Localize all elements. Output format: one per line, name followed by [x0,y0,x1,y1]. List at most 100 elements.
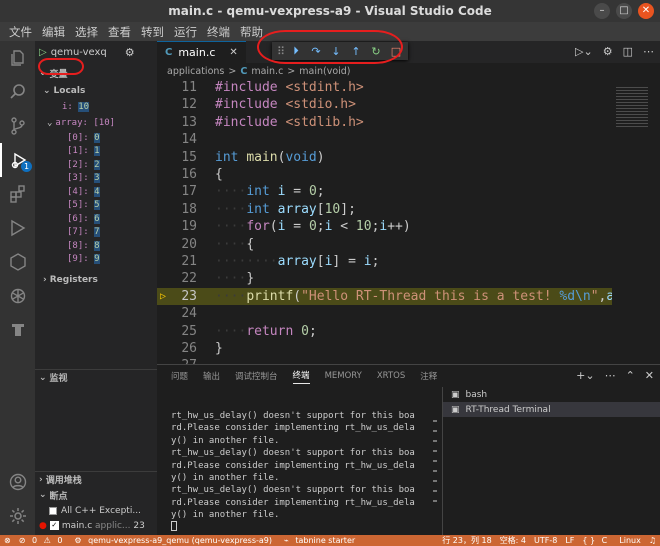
array-item[interactable]: [1]: 1 [35,145,157,159]
code-line[interactable]: 21 ········array[i] = i; [157,253,652,270]
menu-run[interactable]: 运行 [169,24,202,40]
code-editor[interactable]: 11 #include <stdint.h> 12 #include <stdio.h… [157,79,652,364]
panel-tab[interactable]: 问题 [171,370,188,382]
panel-tab[interactable]: XRTOS [377,371,405,381]
array-item[interactable]: [5]: 5 [35,199,157,213]
bell-icon[interactable]: ♫ [645,536,660,545]
code-line[interactable]: 16 { [157,166,652,183]
array-item[interactable]: [9]: 9 [35,253,157,267]
code-line[interactable]: 25 ····return 0; [157,323,652,340]
code-line[interactable]: ▷ 23 ····printf("Hello RT-Thread this is a… [157,287,652,305]
code-line[interactable]: 18 ····int array[10]; [157,201,652,218]
array-item[interactable]: [2]: 2 [35,158,157,172]
split-editor-icon[interactable]: ◫ [623,45,633,58]
checkbox-unchecked[interactable] [49,506,57,515]
launch-config-select[interactable]: qemu-vexq [51,47,121,58]
chevron-up-icon[interactable]: ⌃ [626,369,635,382]
panel-tab[interactable]: 注释 [420,370,437,382]
terminal-item-bash[interactable]: ▣ bash [443,387,660,402]
close-button[interactable]: ✕ [638,3,654,19]
menu-file[interactable]: 文件 [4,24,37,40]
extensions-icon[interactable] [0,177,35,211]
line-ending[interactable]: LF [561,536,578,545]
code-line[interactable]: 22 ····} [157,270,652,287]
maximize-button[interactable]: □ [616,3,632,19]
menu-edit[interactable]: 编辑 [37,24,70,40]
indentation[interactable]: 空格: 4 [496,535,530,546]
registers-scope[interactable]: › Registers [35,272,157,288]
panel-tab[interactable]: 终端 [292,369,310,384]
array-item[interactable]: [4]: 4 [35,185,157,199]
cursor-position[interactable]: 行 23，列 18 [438,535,495,546]
more-actions-icon[interactable]: ⋯ [643,45,654,58]
watch-header[interactable]: ⌄ 监视 [35,369,157,385]
code-line[interactable]: 20 ····{ [157,236,652,253]
settings-gear-icon[interactable] [0,499,35,533]
search-icon[interactable] [0,75,35,109]
start-debug-icon[interactable]: ▷ [39,47,47,58]
code-line[interactable]: 13 #include <stdlib.h> [157,114,652,131]
more-actions-icon[interactable]: ⋯ [605,369,616,382]
breakpoint-all-exceptions[interactable]: All C++ Excepti... [49,504,141,518]
remote-icon[interactable] [0,211,35,245]
callstack-header[interactable]: › 调用堆栈 [35,471,157,487]
new-terminal-icon[interactable]: +⌄ [576,369,594,382]
panel-tab[interactable]: 调试控制台 [235,370,278,382]
minimap[interactable] [612,79,652,364]
account-icon[interactable] [0,465,35,499]
code-line[interactable]: 26} [157,340,652,357]
errors-count[interactable]: ⊘ 0 ⚠ 0 [15,536,71,545]
array-item[interactable]: [0]: 0 [35,131,157,145]
locals-scope[interactable]: ⌄ Locals [35,83,157,99]
breadcrumb-symbol[interactable]: main(void) [299,66,350,77]
testing-icon[interactable] [0,245,35,279]
code-line[interactable]: 12 #include <stdio.h> [157,96,652,113]
launch-status[interactable]: ⚙ qemu-vexpress-a9_qemu (qemu-vexpress-a… [70,536,280,545]
code-line[interactable]: 19 ····for(i = 0;i < 10;i++) [157,218,652,235]
menu-selection[interactable]: 选择 [70,24,103,40]
run-debug-action-icon[interactable]: ▷⌄ [575,45,593,58]
array-item[interactable]: [8]: 8 [35,239,157,253]
variable-i[interactable]: i: 10 [35,99,157,115]
openai-icon[interactable] [0,279,35,313]
code-line[interactable]: 11 #include <stdint.h> [157,79,652,96]
explorer-icon[interactable] [0,41,35,75]
panel-tab[interactable]: MEMORY [325,371,362,381]
breadcrumb-file[interactable]: main.c [251,66,283,77]
terminal-item-rt-thread[interactable]: ▣ RT-Thread Terminal [443,402,660,417]
terminal-output[interactable]: rt_hw_us_delay() doesn't support for thi… [171,410,431,522]
array-item[interactable]: [7]: 7 [35,226,157,240]
menu-terminal[interactable]: 终端 [202,24,235,40]
checkbox-checked[interactable]: ✓ [49,521,59,531]
breakpoint-main-c[interactable]: ● ✓ main.c applic... 23 [39,519,145,533]
language-mode[interactable]: { } C [578,536,615,545]
tabnine-status[interactable]: ⌁ tabnine starter [280,536,363,545]
os-label[interactable]: Linux [615,536,645,545]
panel-tab[interactable]: 输出 [203,370,220,382]
menu-view[interactable]: 查看 [103,24,136,40]
variable-array[interactable]: ⌄ array: [10] [35,115,157,131]
code-line[interactable]: 15 int main(void) [157,149,652,166]
tab-main-c[interactable]: C main.c ✕ [157,41,246,63]
remote-icon[interactable]: ⊗ [0,536,15,545]
minimize-button[interactable]: – [594,3,610,19]
array-item[interactable]: [6]: 6 [35,212,157,226]
settings-icon[interactable]: ⚙ [603,45,613,58]
menu-go[interactable]: 转到 [136,24,169,40]
array-item[interactable]: [3]: 3 [35,172,157,186]
code-line[interactable]: 17 ····int i = 0; [157,183,652,200]
code-line[interactable]: 14 [157,131,652,148]
rt-thread-icon[interactable] [0,313,35,347]
scrollbar[interactable] [433,420,437,510]
code-line[interactable]: 24 [157,305,652,322]
code-line[interactable]: 27 [157,357,652,364]
config-gear-icon[interactable]: ⚙ [125,46,135,59]
source-control-icon[interactable] [0,109,35,143]
breakpoints-header[interactable]: ⌄ 断点 [35,487,157,503]
run-debug-icon[interactable]: 1 [0,143,35,177]
encoding[interactable]: UTF-8 [530,536,561,545]
close-icon[interactable]: ✕ [645,369,654,382]
red-annotation-variables [38,58,84,75]
close-icon[interactable]: ✕ [229,47,237,58]
breadcrumb-folder[interactable]: applications [167,66,224,77]
